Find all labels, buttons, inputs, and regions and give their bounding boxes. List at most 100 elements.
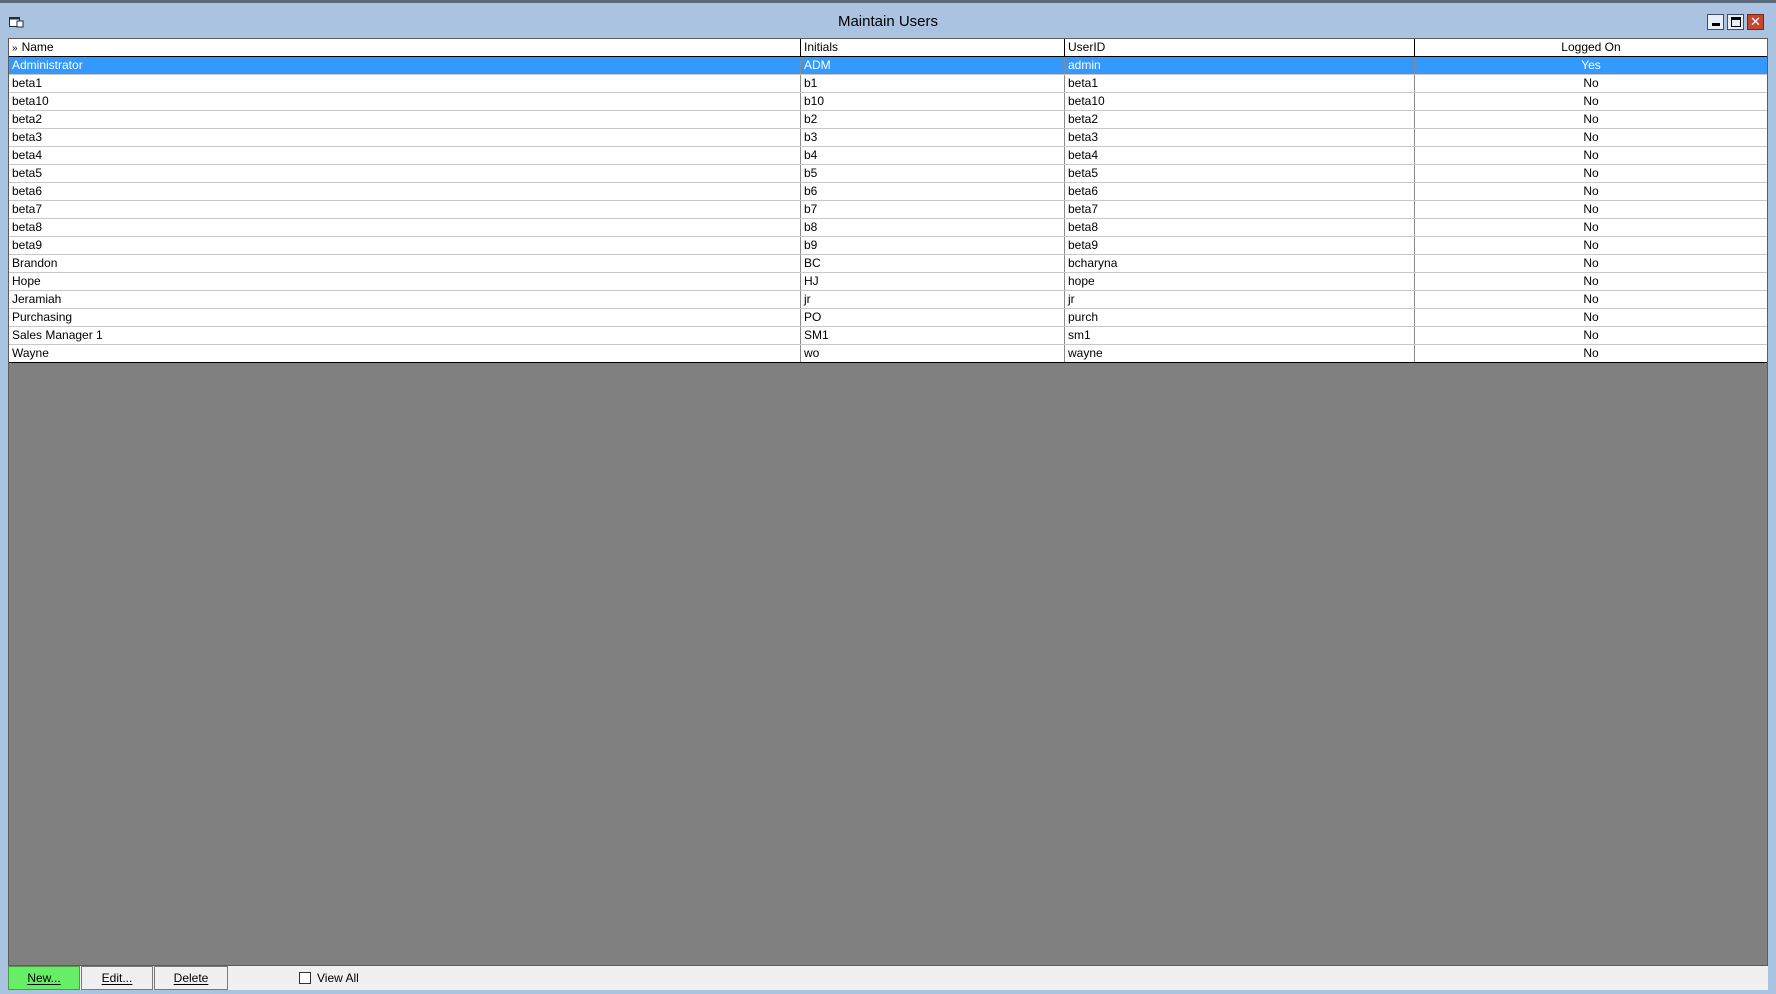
table-row[interactable]: Brandon BC bcharyna No xyxy=(9,255,1767,273)
cell-name: Sales Manager 1 xyxy=(9,327,801,344)
maintain-users-window: Maintain Users ✕ » Name Initials UserID L… xyxy=(0,0,1776,994)
view-all-toggle[interactable]: View All xyxy=(299,971,359,985)
cell-logged-on: No xyxy=(1583,130,1599,144)
cell-name: Brandon xyxy=(9,255,801,272)
cell-name: beta8 xyxy=(9,219,801,236)
table-row[interactable]: Hope HJ hope No xyxy=(9,273,1767,291)
cell-userid: hope xyxy=(1065,273,1415,290)
cell-logged-on: No xyxy=(1583,76,1599,90)
minimize-icon xyxy=(1711,22,1720,26)
cell-name: Purchasing xyxy=(9,309,801,326)
title-bar[interactable]: Maintain Users ✕ xyxy=(0,3,1776,36)
cell-userid: purch xyxy=(1065,309,1415,326)
table-row[interactable]: beta4 b4 beta4 No xyxy=(9,147,1767,165)
cell-userid: beta3 xyxy=(1065,129,1415,146)
cell-userid: bcharyna xyxy=(1065,255,1415,272)
cell-initials: BC xyxy=(801,255,1065,272)
maximize-button[interactable] xyxy=(1727,14,1744,30)
table-row[interactable]: beta10 b10 beta10 No xyxy=(9,93,1767,111)
cell-initials: b4 xyxy=(801,147,1065,164)
cell-name: beta5 xyxy=(9,165,801,182)
cell-logged-on: No xyxy=(1583,166,1599,180)
table-row[interactable]: Sales Manager 1 SM1 sm1 No xyxy=(9,327,1767,345)
cell-logged-on: No xyxy=(1583,184,1599,198)
cell-initials: SM1 xyxy=(801,327,1065,344)
cell-logged-on: No xyxy=(1583,346,1599,360)
table-row[interactable]: Jeramiah jr jr No xyxy=(9,291,1767,309)
cell-name: beta1 xyxy=(9,75,801,92)
cell-logged-on: No xyxy=(1583,274,1599,288)
cell-userid: beta8 xyxy=(1065,219,1415,236)
cell-userid: admin xyxy=(1065,57,1415,74)
view-all-label: View All xyxy=(317,971,359,985)
cell-initials: b1 xyxy=(801,75,1065,92)
cell-logged-on: No xyxy=(1583,256,1599,270)
cell-name: Jeramiah xyxy=(9,291,801,308)
table-row[interactable]: beta5 b5 beta5 No xyxy=(9,165,1767,183)
column-header-initials[interactable]: Initials xyxy=(801,39,1065,56)
cell-name: Wayne xyxy=(9,345,801,362)
cell-logged-on: No xyxy=(1583,202,1599,216)
users-grid-area: » Name Initials UserID Logged On Administ… xyxy=(8,38,1768,966)
cell-initials: b7 xyxy=(801,201,1065,218)
table-row[interactable]: beta8 b8 beta8 No xyxy=(9,219,1767,237)
cell-userid: sm1 xyxy=(1065,327,1415,344)
cell-userid: beta1 xyxy=(1065,75,1415,92)
cell-logged-on: No xyxy=(1583,94,1599,108)
cell-name: Hope xyxy=(9,273,801,290)
edit-button-label: Edit... xyxy=(101,971,133,985)
column-header-label: Name xyxy=(21,40,54,54)
maximize-icon xyxy=(1730,17,1741,27)
cell-userid: beta5 xyxy=(1065,165,1415,182)
view-all-checkbox[interactable] xyxy=(299,972,311,984)
table-row[interactable]: beta3 b3 beta3 No xyxy=(9,129,1767,147)
cell-logged-on: No xyxy=(1583,112,1599,126)
cell-userid: beta2 xyxy=(1065,111,1415,128)
bottom-toolbar: New... Edit... Delete View All xyxy=(8,966,1768,990)
new-button-label: New... xyxy=(27,971,61,985)
new-button[interactable]: New... xyxy=(8,966,80,990)
table-row[interactable]: Purchasing PO purch No xyxy=(9,309,1767,327)
cell-initials: b8 xyxy=(801,219,1065,236)
table-row[interactable]: beta1 b1 beta1 No xyxy=(9,75,1767,93)
cell-userid: beta9 xyxy=(1065,237,1415,254)
table-row[interactable]: beta9 b9 beta9 No xyxy=(9,237,1767,255)
cell-userid: beta4 xyxy=(1065,147,1415,164)
cell-logged-on: No xyxy=(1583,148,1599,162)
cell-initials: b3 xyxy=(801,129,1065,146)
table-row[interactable]: Wayne wo wayne No xyxy=(9,345,1767,363)
cell-name: beta6 xyxy=(9,183,801,200)
cell-userid: beta6 xyxy=(1065,183,1415,200)
cell-name: beta4 xyxy=(9,147,801,164)
cell-initials: jr xyxy=(801,291,1065,308)
cell-name: Administrator xyxy=(9,57,801,74)
cell-initials: HJ xyxy=(801,273,1065,290)
cell-initials: b10 xyxy=(801,93,1065,110)
cell-name: beta9 xyxy=(9,237,801,254)
delete-button[interactable]: Delete xyxy=(154,966,228,990)
table-row[interactable]: beta2 b2 beta2 No xyxy=(9,111,1767,129)
cell-userid: jr xyxy=(1065,291,1415,308)
cell-logged-on: No xyxy=(1583,292,1599,306)
cell-initials: PO xyxy=(801,309,1065,326)
edit-button[interactable]: Edit... xyxy=(81,966,153,990)
cell-initials: ADM xyxy=(801,57,1065,74)
table-row[interactable]: beta7 b7 beta7 No xyxy=(9,201,1767,219)
cell-logged-on: No xyxy=(1583,328,1599,342)
cell-initials: b9 xyxy=(801,237,1065,254)
table-row[interactable]: beta6 b6 beta6 No xyxy=(9,183,1767,201)
sort-indicator-icon: » xyxy=(12,43,18,54)
table-row[interactable]: Administrator ADM admin Yes xyxy=(9,57,1767,75)
minimize-button[interactable] xyxy=(1707,14,1724,30)
cell-initials: b5 xyxy=(801,165,1065,182)
cell-userid: wayne xyxy=(1065,345,1415,362)
cell-initials: b2 xyxy=(801,111,1065,128)
close-icon: ✕ xyxy=(1750,14,1761,30)
cell-name: beta3 xyxy=(9,129,801,146)
column-header-logged-on[interactable]: Logged On xyxy=(1415,39,1767,56)
column-header-userid[interactable]: UserID xyxy=(1065,39,1415,56)
close-button[interactable]: ✕ xyxy=(1747,14,1764,30)
cell-logged-on: No xyxy=(1583,220,1599,234)
users-table-body: Administrator ADM admin Yes beta1 b1 beta1 No be… xyxy=(9,57,1767,363)
column-header-name[interactable]: » Name xyxy=(9,39,801,56)
